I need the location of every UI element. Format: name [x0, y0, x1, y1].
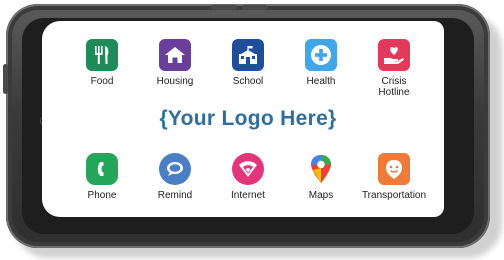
- app-internet[interactable]: Internet: [208, 153, 288, 201]
- phone-icon: [86, 153, 118, 185]
- fork-knife-icon: [86, 39, 118, 71]
- app-remind[interactable]: Remind: [135, 153, 215, 201]
- app-phone[interactable]: Phone: [62, 153, 142, 201]
- smiley-icon: [378, 153, 410, 185]
- plus-circle-icon: [305, 39, 337, 71]
- app-school[interactable]: School: [208, 39, 288, 87]
- volume-button: [211, 5, 237, 10]
- app-crisis-hotline[interactable]: Crisis Hotline: [354, 39, 434, 98]
- app-label-health: Health: [306, 76, 336, 87]
- app-transportation[interactable]: Transportation: [348, 153, 440, 201]
- side-button: [3, 64, 8, 94]
- volume-button: [242, 5, 268, 10]
- app-food[interactable]: Food: [62, 39, 142, 87]
- wifi-icon: [232, 153, 264, 185]
- chat-bubble-icon: [159, 153, 191, 185]
- app-label-remind: Remind: [157, 190, 193, 201]
- app-health[interactable]: Health: [281, 39, 361, 87]
- house-icon: [159, 39, 191, 71]
- app-label-transportation: Transportation: [361, 190, 427, 201]
- school-building-icon: [232, 39, 264, 71]
- logo-placeholder: {Your Logo Here}: [159, 107, 337, 130]
- map-pin-icon: [305, 153, 337, 185]
- app-label-crisis-hotline: Crisis Hotline: [378, 76, 410, 98]
- home-screen: Food Housing School Health Crisis Hotlin…: [42, 21, 444, 217]
- app-housing[interactable]: Housing: [135, 39, 215, 87]
- app-label-phone: Phone: [87, 190, 117, 201]
- app-label-school: School: [232, 76, 264, 87]
- app-label-housing: Housing: [156, 76, 194, 87]
- app-label-internet: Internet: [231, 190, 265, 201]
- app-label-food: Food: [90, 76, 114, 87]
- heart-hand-icon: [378, 39, 410, 71]
